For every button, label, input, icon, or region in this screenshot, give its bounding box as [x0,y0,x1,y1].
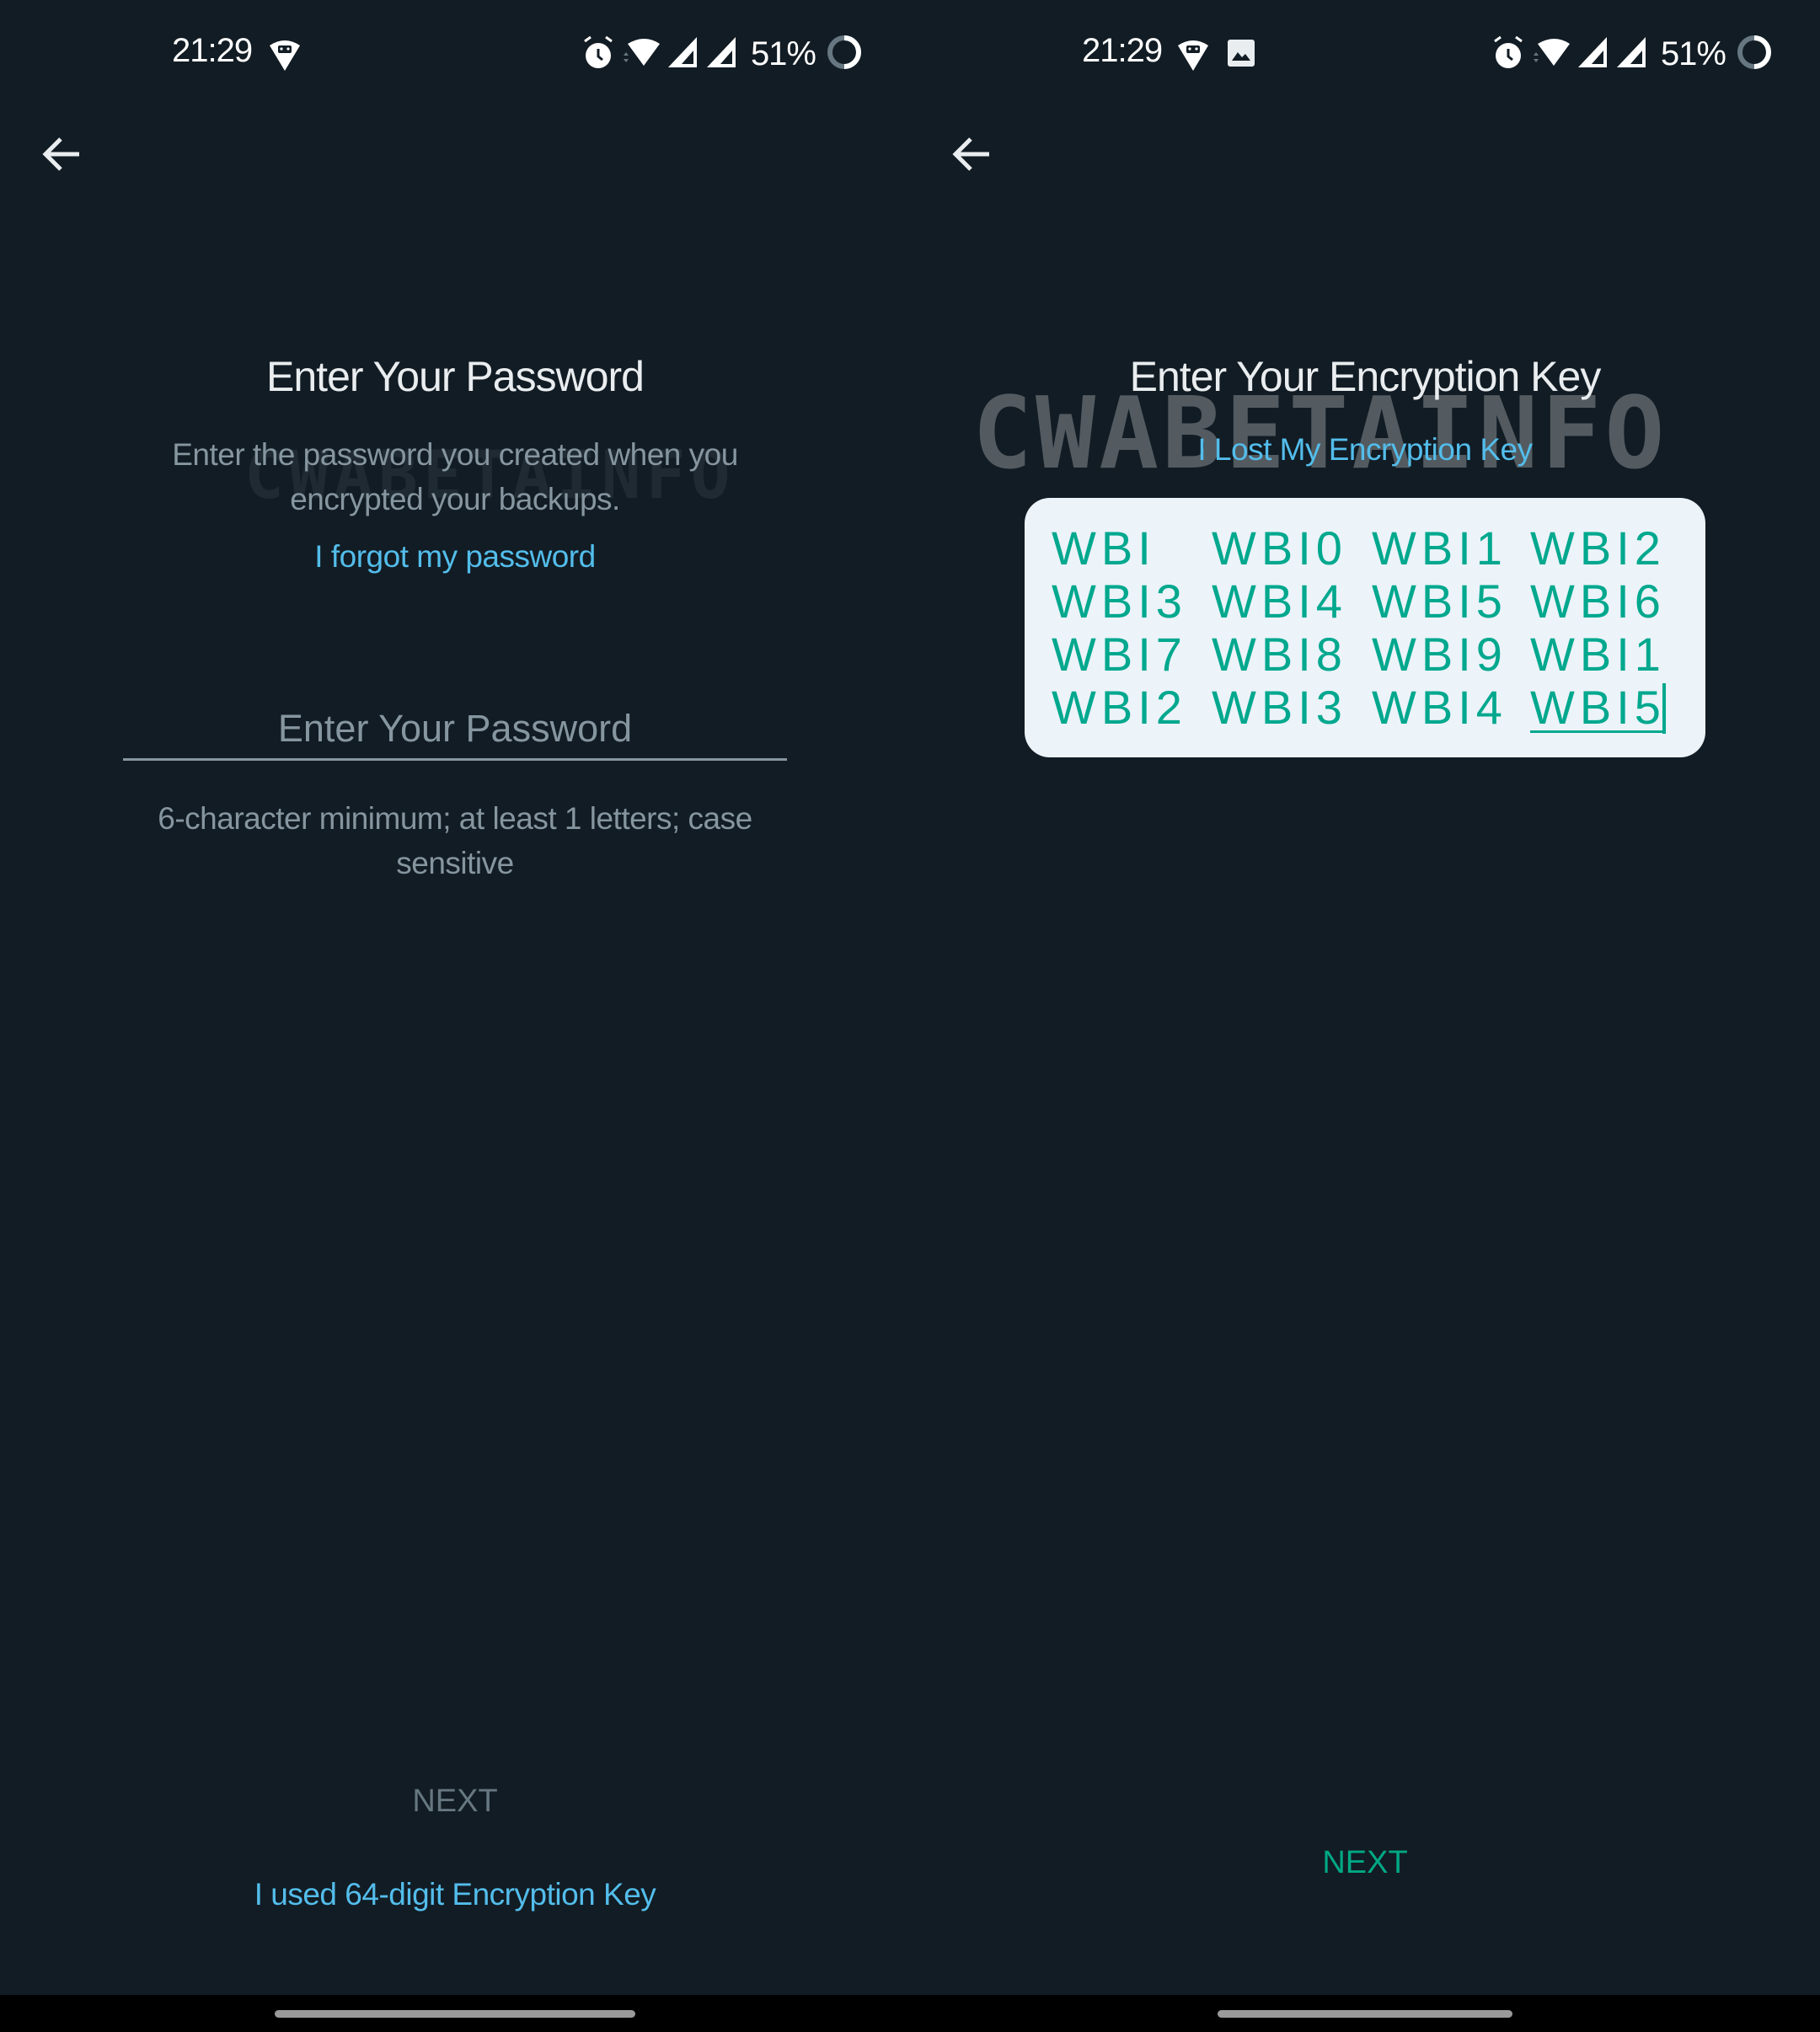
next-button[interactable]: NEXT [387,1775,522,1828]
key-cell: WBI3 [1212,681,1347,734]
key-cell: WBI2 [1530,521,1666,575]
alarm-icon [1491,34,1526,75]
back-button[interactable] [34,126,89,182]
arrow-back-icon [952,137,989,171]
key-cell: WBI4 [1372,681,1507,734]
battery-percent: 51% [1660,35,1726,72]
key-cell: WBI1 [1530,628,1666,681]
navigation-bar [910,1995,1820,2032]
signal-icon [1615,35,1649,73]
key-cell: WBI2 [1052,681,1187,734]
image-icon [1227,39,1255,72]
back-button[interactable] [944,126,999,182]
password-hint-line-2: sensitive [396,846,514,880]
password-screen: 21:29 51% CWABETAINFO Enter Your Passwor… [0,0,910,2032]
password-input[interactable] [123,699,787,761]
home-gesture-handle[interactable] [1218,2010,1512,2018]
use-encryption-key-link[interactable]: I used 64-digit Encryption Key [254,1877,656,1912]
page-title: Enter Your Password [266,353,645,400]
key-cell: WBI5 [1530,681,1666,734]
battery-percent: 51% [750,35,816,72]
key-cell: WBI3 [1052,575,1187,628]
signal-icon [666,35,700,73]
key-cell: WBI [1052,521,1156,575]
text-cursor [1662,683,1666,734]
navigation-bar [0,1995,910,2032]
battery-icon [1736,34,1773,75]
encryption-key-input[interactable]: WBI WBI0 WBI1 WBI2 WBI3 WBI4 WBI5 WBI6 WBI7 WBI8 W… [1025,498,1705,757]
status-time: 21:29 [172,32,253,69]
subtitle-line-2: encrypted your backups. [290,482,620,516]
home-gesture-handle[interactable] [275,2010,635,2018]
key-cell: WBI7 [1052,628,1187,681]
status-bar: 21:29 51% [910,30,1820,78]
page-title: Enter Your Encryption Key [1129,353,1602,400]
forgot-password-link[interactable]: I forgot my password [314,539,596,574]
key-cell: WBI4 [1212,575,1347,628]
key-cell: WBI6 [1530,575,1666,628]
next-button[interactable]: NEXT [1297,1837,1432,1890]
password-hint-line-1: 6-character minimum; at least 1 letters;… [158,801,752,836]
key-cell: WBI9 [1372,628,1507,681]
wifi-icon [1531,34,1571,75]
signal-icon [1576,35,1610,73]
android-debug-icon [268,39,302,77]
signal-icon [705,35,739,73]
key-cell: WBI1 [1372,521,1507,575]
alarm-icon [581,34,616,75]
key-cell: WBI8 [1212,628,1347,681]
battery-icon [826,34,863,75]
key-cell: WBI0 [1212,521,1347,575]
arrow-back-icon [42,137,79,171]
lost-encryption-key-link[interactable]: I Lost My Encryption Key [1197,432,1533,467]
status-bar: 21:29 51% [0,30,910,78]
status-time: 21:29 [1082,32,1163,69]
android-debug-icon [1176,39,1210,77]
wifi-icon [621,34,661,75]
subtitle-line-1: Enter the password you created when you [172,437,738,472]
key-cell-grid: WBI WBI0 WBI1 WBI2 WBI3 WBI4 WBI5 WBI6 WBI7 WBI8 W… [1052,523,1690,734]
encryption-key-screen: 21:29 51% CWABETAINFO Enter Your Encrypt… [910,0,1820,2032]
key-cell: WBI5 [1372,575,1507,628]
